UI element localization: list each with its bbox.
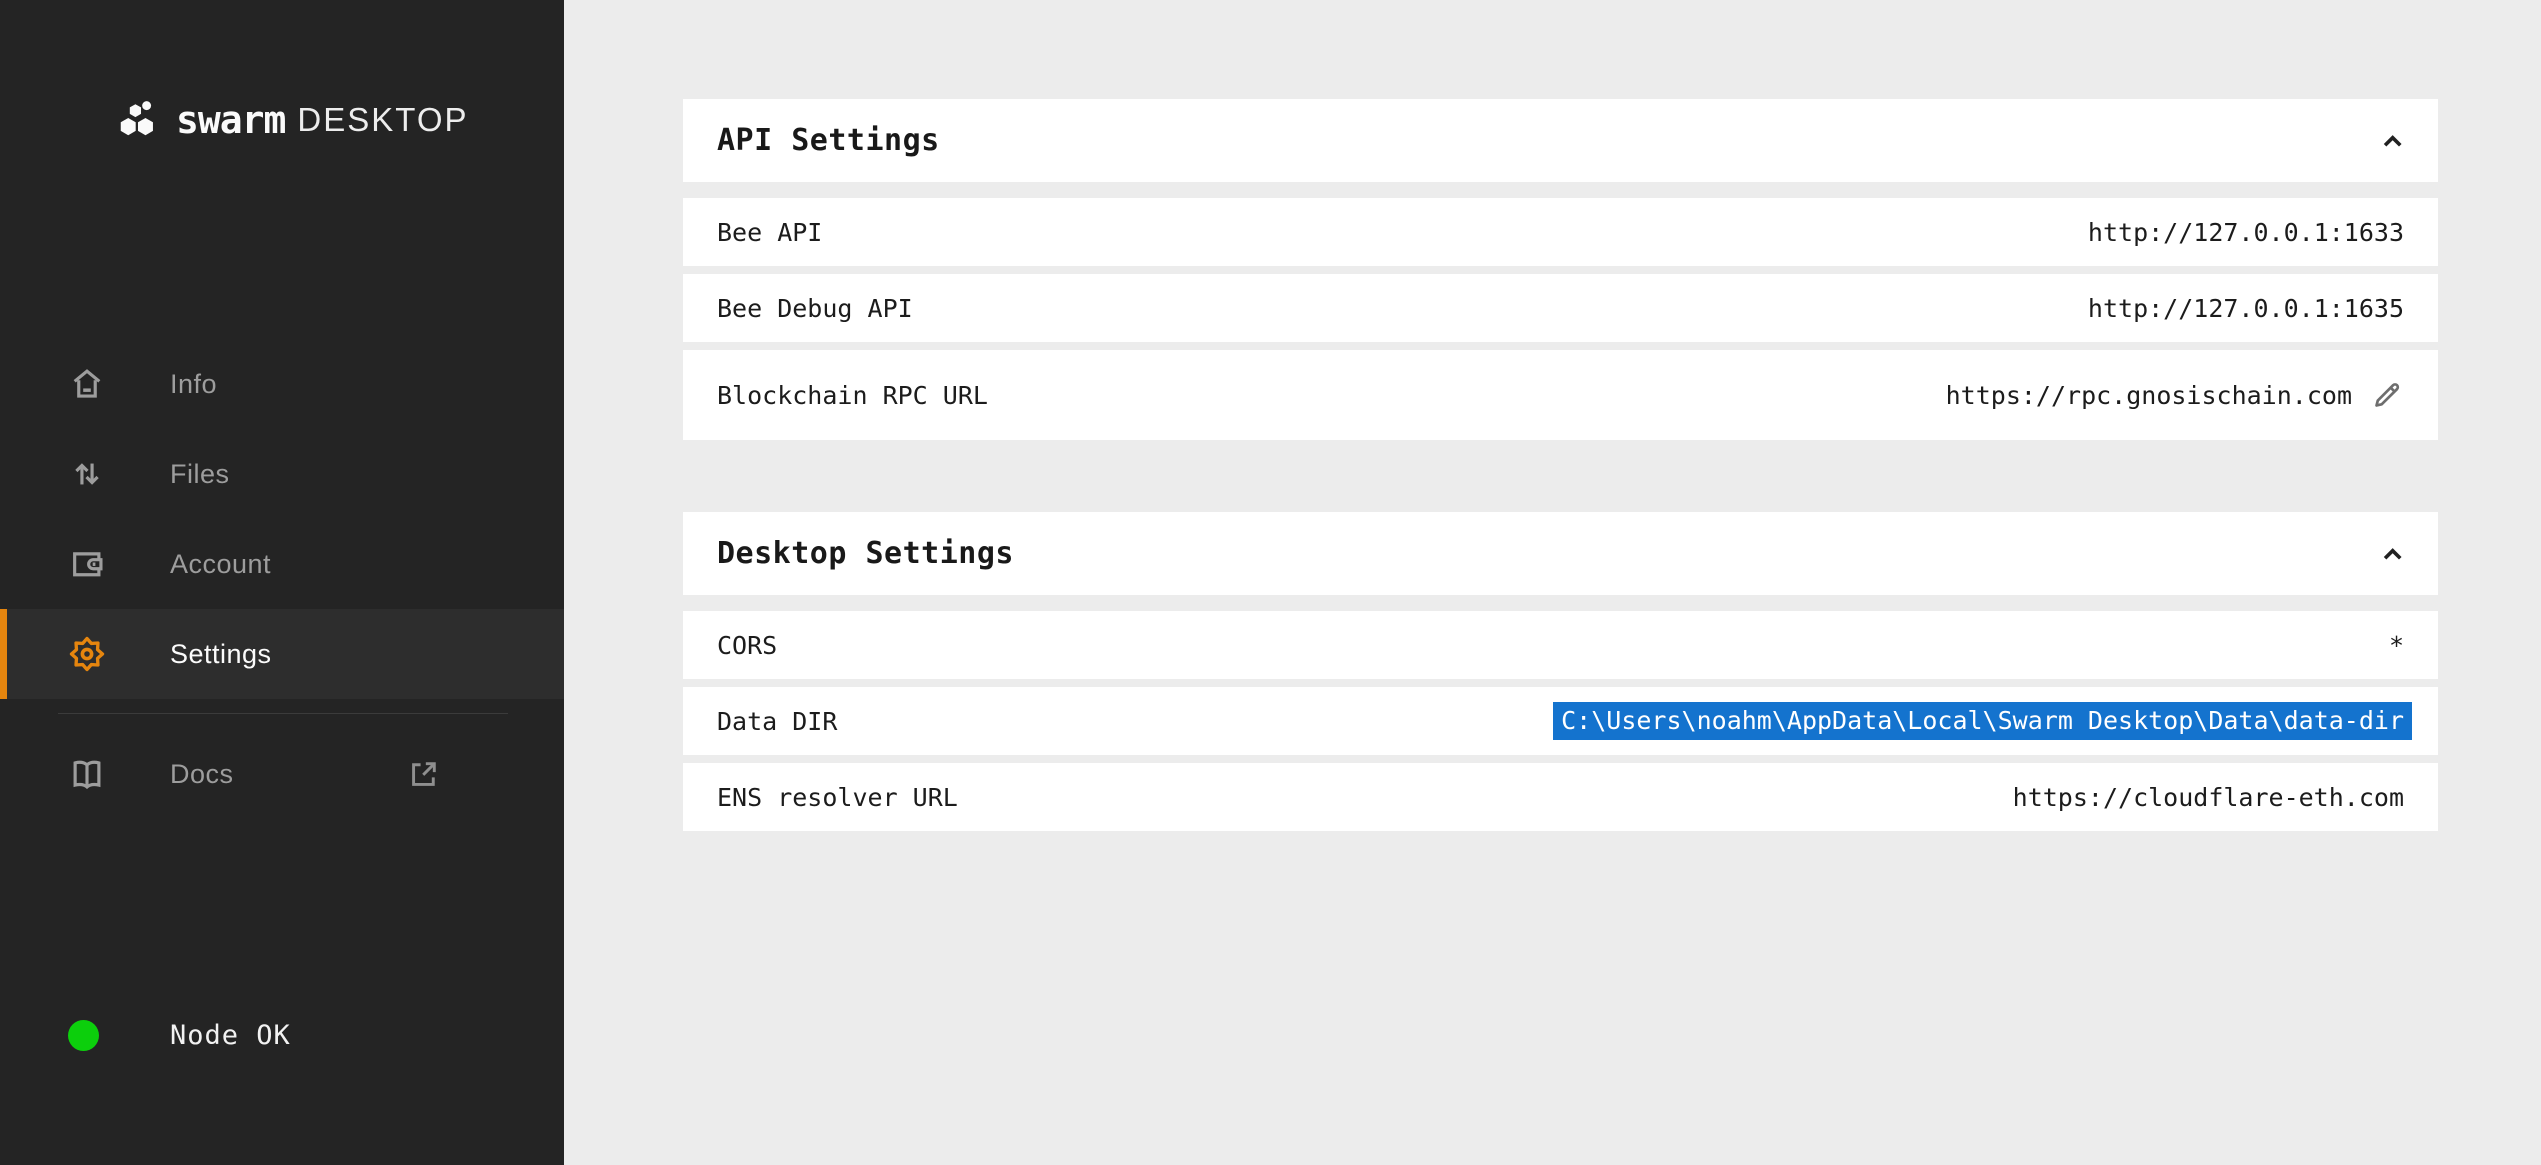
api-settings-header[interactable]: API Settings [683,99,2438,182]
setting-row-cors: CORS * [683,611,2438,679]
setting-label: ENS resolver URL [717,783,958,812]
setting-value: https://rpc.gnosischain.com [1946,381,2352,410]
external-link-icon [406,757,441,792]
setting-row-bee-api: Bee API http://127.0.0.1:1633 [683,198,2438,266]
product-name: DESKTOP [297,101,468,139]
app-logo: swarm DESKTOP [116,96,469,144]
setting-value: http://127.0.0.1:1635 [2088,294,2404,323]
green-status-dot [68,1020,99,1051]
setting-label: Bee Debug API [717,294,913,323]
setting-row-bee-debug-api: Bee Debug API http://127.0.0.1:1635 [683,274,2438,342]
sidebar-item-label: Files [170,459,230,490]
setting-label: Data DIR [717,707,837,736]
sidebar-nav: Info Files Account Setting [0,339,564,699]
setting-label: Bee API [717,218,822,247]
setting-value: * [2389,631,2404,660]
sidebar-item-label: Settings [170,639,272,670]
node-status: Node OK [68,1020,291,1051]
brand-name: swarm [176,98,285,142]
gear-icon [68,635,106,673]
section-title: Desktop Settings [717,536,1014,571]
chevron-up-icon[interactable] [2376,538,2408,570]
book-icon [68,755,106,793]
sidebar-item-info[interactable]: Info [0,339,564,429]
setting-value: http://127.0.0.1:1633 [2088,218,2404,247]
sidebar-divider [58,713,508,714]
setting-label: CORS [717,631,777,660]
main-content: API Settings Bee API http://127.0.0.1:16… [564,0,2541,1165]
editable-value-group: https://rpc.gnosischain.com [1946,378,2404,412]
setting-value-selected[interactable]: C:\Users\noahm\AppData\Local\Swarm Deskt… [1553,702,2412,740]
sidebar: swarm DESKTOP Info Files [0,0,564,1165]
chevron-up-icon[interactable] [2376,125,2408,157]
setting-row-blockchain-rpc-url: Blockchain RPC URL https://rpc.gnosischa… [683,350,2438,440]
sidebar-item-docs[interactable]: Docs [0,729,564,819]
pencil-icon[interactable] [2370,378,2404,412]
transfer-arrows-icon [68,455,106,493]
setting-row-data-dir: Data DIR C:\Users\noahm\AppData\Local\Sw… [683,687,2438,755]
home-icon [68,365,106,403]
sidebar-item-files[interactable]: Files [0,429,564,519]
wallet-icon [68,545,106,583]
sidebar-item-account[interactable]: Account [0,519,564,609]
setting-row-ens-resolver-url: ENS resolver URL https://cloudflare-eth.… [683,763,2438,831]
setting-value: https://cloudflare-eth.com [2013,783,2404,812]
sidebar-item-label: Account [170,549,271,580]
sidebar-item-label: Info [170,369,217,400]
desktop-settings-header[interactable]: Desktop Settings [683,512,2438,595]
section-title: API Settings [717,123,940,158]
desktop-settings-card: Desktop Settings CORS * Data DIR C:\User… [683,512,2438,839]
sidebar-item-settings[interactable]: Settings [0,609,564,699]
setting-label: Blockchain RPC URL [717,381,988,410]
node-status-label: Node OK [170,1020,291,1051]
api-settings-card: API Settings Bee API http://127.0.0.1:16… [683,99,2438,448]
sidebar-item-label: Docs [170,759,234,790]
swarm-hexagons-logo [116,96,162,144]
